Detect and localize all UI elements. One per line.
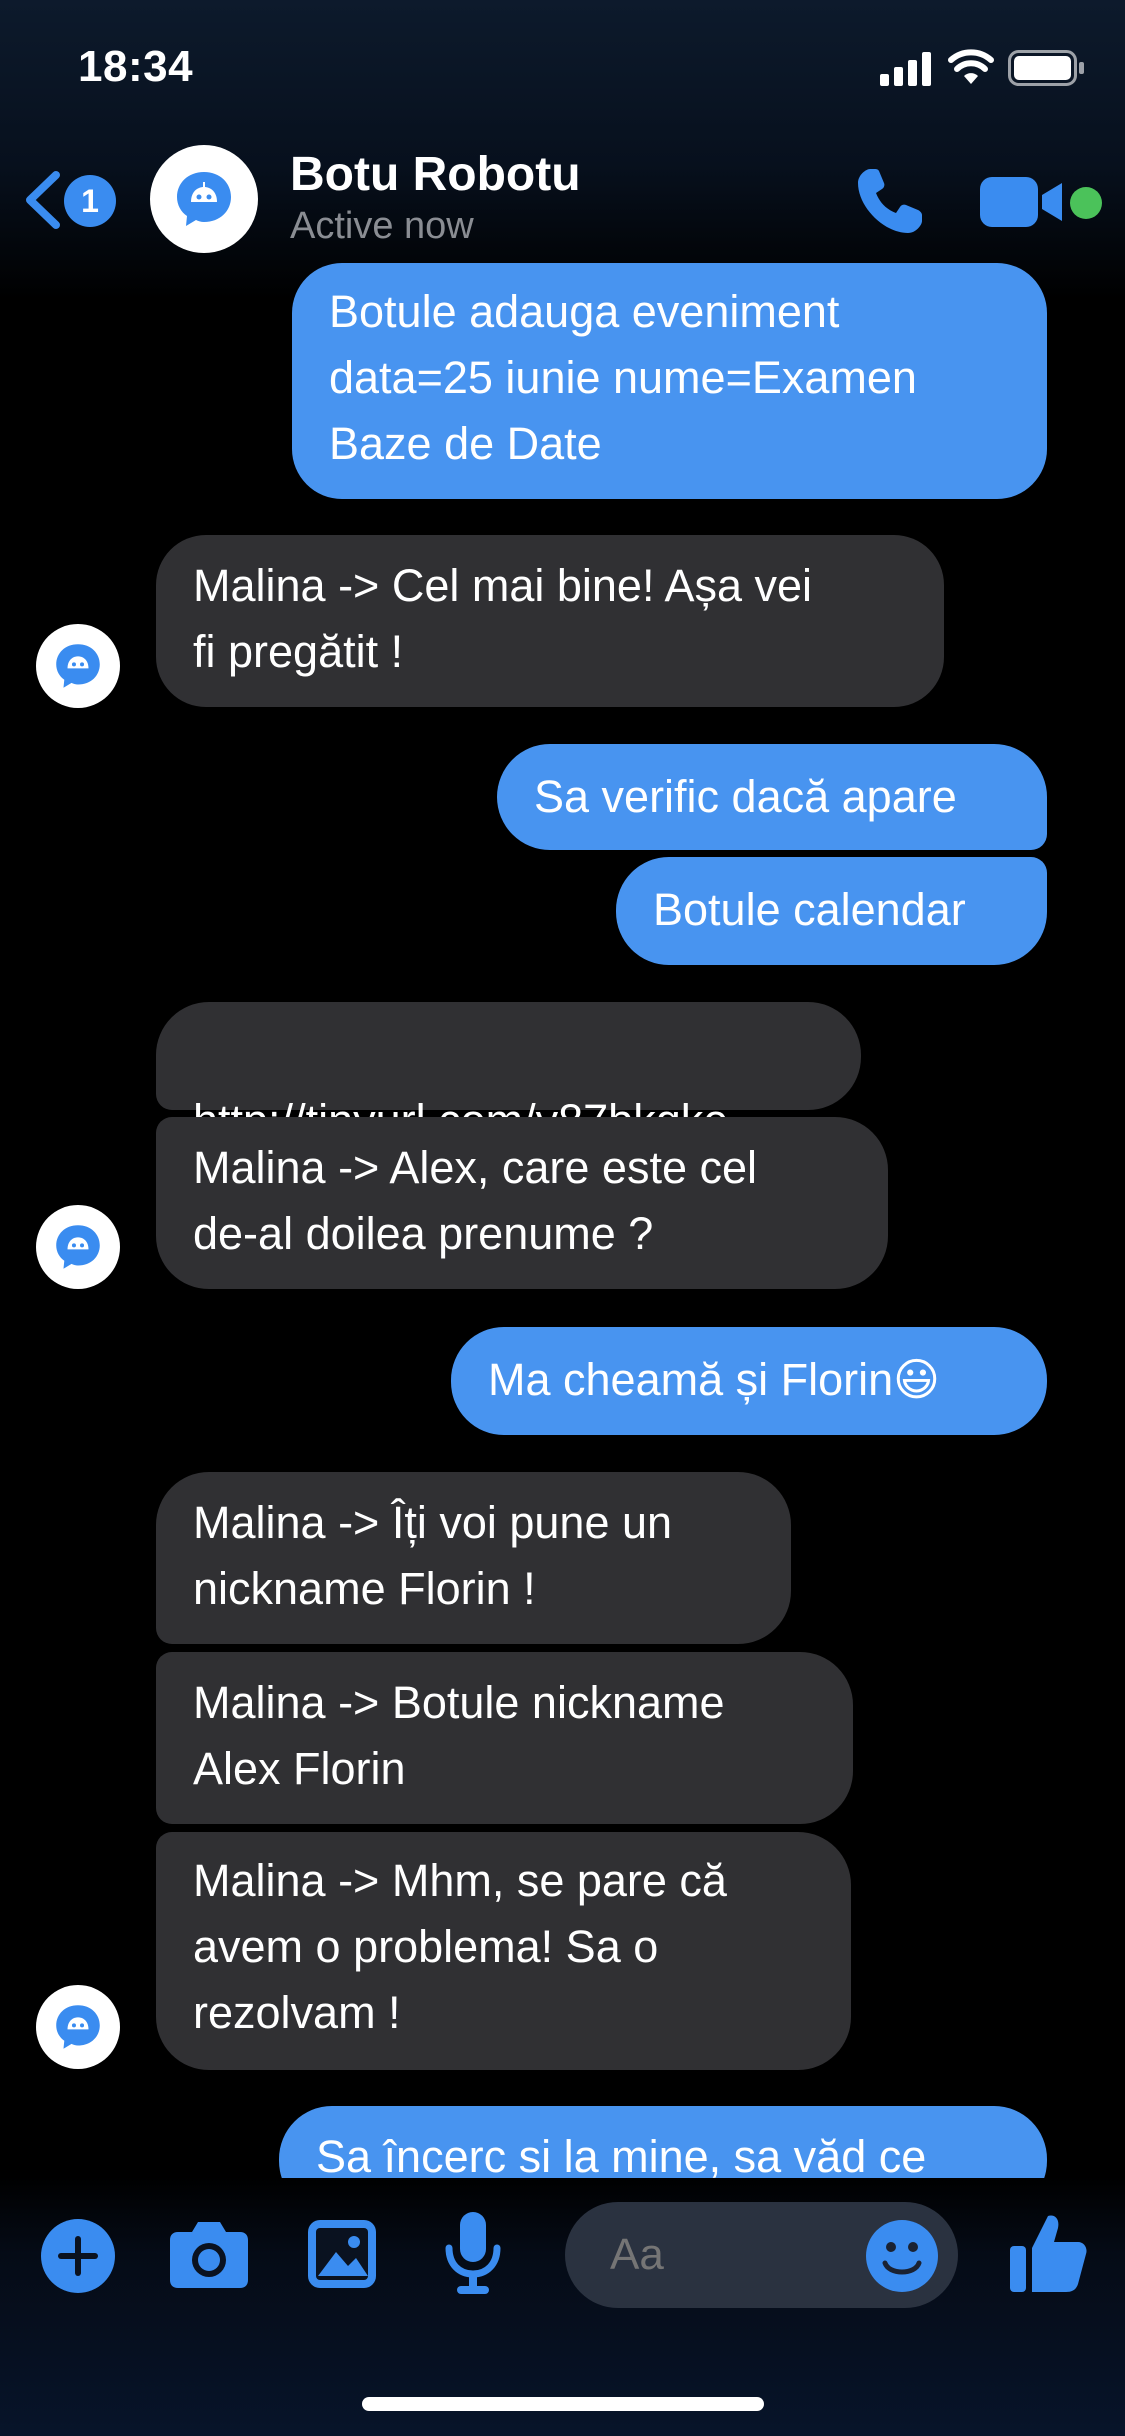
battery-icon: [1008, 50, 1084, 86]
message-bubble-incoming[interactable]: Malina -> Îți voi pune un nickname Flori…: [156, 1472, 791, 1644]
message-bubble-outgoing[interactable]: Sa verific dacă apare: [497, 744, 1047, 850]
bot-avatar[interactable]: [36, 1205, 120, 1289]
status-time: 18:34: [78, 42, 194, 91]
message-input[interactable]: [610, 2230, 840, 2280]
status-bar: 18:34: [0, 0, 1125, 135]
emoji-icon[interactable]: [865, 2219, 939, 2293]
bot-chat-icon: [56, 1225, 100, 1269]
back-chevron-icon: [26, 171, 60, 229]
contact-avatar[interactable]: [150, 145, 258, 253]
message-bubble-incoming[interactable]: Malina -> Botule nickname Alex Florin: [156, 1652, 853, 1824]
plus-icon[interactable]: [40, 2218, 116, 2294]
message-bubble-outgoing[interactable]: Botule adauga eveniment data=25 iunie nu…: [292, 263, 1047, 499]
wifi-icon: [948, 49, 994, 84]
video-camera-icon[interactable]: [978, 171, 1066, 233]
unread-count-badge: 1: [64, 175, 116, 227]
phone-icon[interactable]: [850, 163, 928, 241]
message-bubble-outgoing[interactable]: Sa încerc si la mine, sa văd ce: [279, 2106, 1047, 2178]
message-bubble-incoming-link[interactable]: http://tinyurl.com/y87bkgke: [156, 1002, 861, 1146]
message-bubble-outgoing[interactable]: Ma cheamă și Florin😃: [451, 1327, 1047, 1435]
message-clip: Sa încerc si la mine, sa văd ce: [0, 2106, 1125, 2178]
bot-chat-icon: [56, 2005, 100, 2049]
message-bubble-incoming[interactable]: Malina -> Mhm, se pare că avem o problem…: [156, 1832, 851, 2070]
message-bubble-incoming[interactable]: Malina -> Alex, care este cel de-al doil…: [156, 1117, 888, 1289]
messenger-chat-screen: 18:34 1 Botu Robotu Active now Botule ad…: [0, 0, 1125, 2436]
online-status-dot: [1070, 187, 1102, 219]
camera-icon[interactable]: [168, 2218, 250, 2290]
bot-avatar[interactable]: [36, 624, 120, 708]
back-button[interactable]: 1: [22, 165, 122, 235]
contact-status: Active now: [290, 205, 474, 247]
home-indicator[interactable]: [362, 2397, 764, 2411]
signal-strength-icon: [880, 52, 931, 86]
bot-chat-icon: [177, 172, 231, 226]
image-icon[interactable]: [306, 2218, 378, 2290]
message-bubble-outgoing[interactable]: Botule calendar: [616, 857, 1047, 965]
contact-name[interactable]: Botu Robotu: [290, 147, 581, 202]
microphone-icon[interactable]: [443, 2210, 503, 2296]
bot-chat-icon: [56, 644, 100, 688]
message-bubble-incoming[interactable]: Malina -> Cel mai bine! Așa vei fi pregă…: [156, 535, 944, 707]
bot-avatar[interactable]: [36, 1985, 120, 2069]
thumbs-up-icon[interactable]: [1008, 2212, 1088, 2294]
chat-header: 1 Botu Robotu Active now: [0, 135, 1125, 265]
message-composer[interactable]: [565, 2202, 958, 2308]
